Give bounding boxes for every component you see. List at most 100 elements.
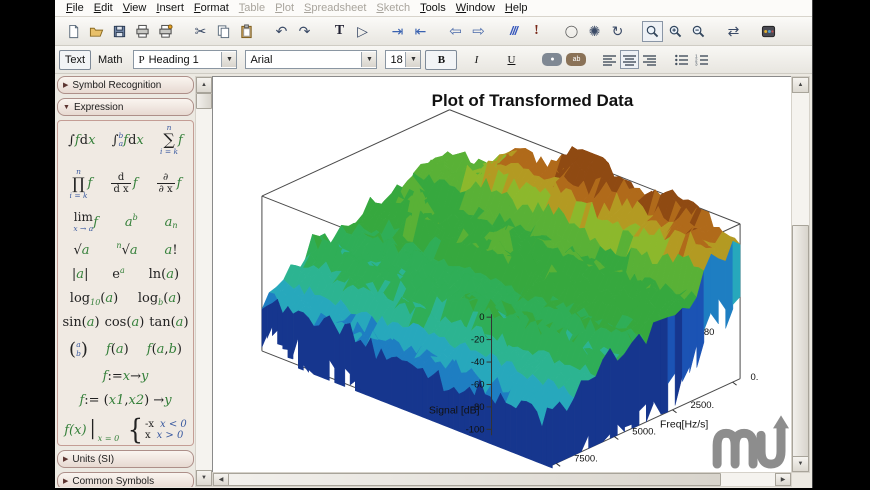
underline-button[interactable]: U (495, 50, 527, 70)
copy-icon[interactable] (213, 21, 234, 42)
new-document-icon[interactable] (63, 21, 84, 42)
sidebar-scrollbar[interactable]: ▲ ▼ (195, 76, 213, 487)
align-left-icon[interactable] (600, 50, 619, 69)
menu-item-help[interactable]: Help (500, 2, 533, 14)
palette-item[interactable]: limx → af (73, 211, 98, 232)
numbered-list-icon[interactable]: 123 (692, 50, 711, 69)
section-label: Symbol Recognition (72, 80, 161, 91)
palette-item[interactable]: dd xf (111, 172, 137, 195)
palette-item[interactable]: n∑i = kf (160, 124, 183, 157)
palette-item[interactable]: f(a) (106, 343, 129, 356)
menu-item-window[interactable]: Window (451, 2, 500, 14)
scroll-down-icon[interactable]: ▼ (792, 456, 809, 472)
back-icon[interactable]: ⇦ (445, 21, 466, 42)
palette-item[interactable]: ∫f dx (68, 134, 95, 147)
print-setup-icon[interactable] (155, 21, 176, 42)
palette-item[interactable]: f := (x1, x2) → y (79, 394, 171, 407)
scrollbar-thumb[interactable] (196, 93, 212, 109)
exclamation-icon[interactable]: ! (526, 21, 547, 42)
combo-dropdown-icon[interactable]: ▼ (221, 52, 236, 67)
sidebar-section-expression[interactable]: ▼Expression (57, 98, 194, 116)
scroll-up-icon[interactable]: ▲ (196, 77, 212, 93)
palette-item[interactable]: ab (125, 216, 138, 229)
scroll-right-icon[interactable]: ▶ (775, 473, 791, 486)
insert-text-icon[interactable]: T (329, 21, 350, 42)
menu-item-format[interactable]: Format (189, 2, 234, 14)
cut-icon[interactable]: ✂ (190, 21, 211, 42)
scroll-down-icon[interactable]: ▼ (196, 470, 212, 486)
palette-item[interactable]: n∏i = kf (70, 168, 93, 201)
palette-item[interactable]: n√a (116, 244, 137, 257)
palette-item[interactable]: f(a, b) (147, 343, 182, 356)
palette-item[interactable]: ea (112, 268, 124, 281)
combo-dropdown-icon[interactable]: ▼ (361, 52, 376, 67)
palette-item[interactable]: ∫baf dx (112, 132, 144, 149)
scroll-up-icon[interactable]: ▲ (792, 77, 809, 93)
indent-decrease-icon[interactable]: ⇤ (410, 21, 431, 42)
menu-item-file[interactable]: File (61, 2, 89, 14)
palette-item[interactable]: {-xx < 0xx > 0 (128, 418, 187, 442)
palette-item[interactable]: √a (73, 244, 89, 257)
palette-item[interactable]: tan(a) (149, 316, 188, 329)
sidebar-section-units-si-[interactable]: ▶Units (SI) (57, 450, 194, 468)
zoom-out-icon[interactable] (688, 21, 709, 42)
palette-item[interactable]: a ! (165, 244, 178, 257)
scrollbar-thumb[interactable] (228, 473, 721, 486)
math-mode-button[interactable]: Math (94, 50, 126, 70)
comment-alt-icon[interactable]: ab (566, 53, 586, 66)
open-icon[interactable] (86, 21, 107, 42)
text-mode-button[interactable]: Text (59, 50, 91, 70)
undo-icon[interactable]: ↶ (271, 21, 292, 42)
menu-item-plot: Plot (270, 2, 299, 14)
comment-icon[interactable]: ● (542, 53, 562, 66)
document-horizontal-scrollbar[interactable]: ◀ ▶ (212, 472, 792, 487)
palette-item[interactable]: log 10(a) (70, 292, 118, 305)
menu-item-view[interactable]: View (118, 2, 152, 14)
print-icon[interactable] (132, 21, 153, 42)
menu-item-tools[interactable]: Tools (415, 2, 451, 14)
indent-increase-icon[interactable]: ⇥ (387, 21, 408, 42)
freq-axis-label: Freq[Hz/s] (660, 419, 708, 430)
sidebar-section-common-symbols[interactable]: ▶Common Symbols (57, 472, 194, 487)
settings-icon[interactable]: ✺ (584, 21, 605, 42)
document-vertical-scrollbar[interactable]: ▲ ▼ (791, 76, 810, 473)
palette-item[interactable]: an (165, 216, 178, 229)
align-center-icon[interactable] (620, 50, 639, 69)
zoom-in-icon[interactable] (665, 21, 686, 42)
palette-item[interactable]: f(x)│x = 0 (64, 422, 119, 439)
palette-item[interactable]: (ab) (69, 341, 88, 359)
italic-button[interactable]: I (460, 50, 492, 70)
palette-item[interactable]: sin(a) (62, 316, 99, 329)
bullet-list-icon[interactable] (672, 50, 691, 69)
save-icon[interactable] (109, 21, 130, 42)
stop-icon[interactable]: ◯ (561, 21, 582, 42)
palette-item[interactable]: |a| (72, 268, 89, 281)
palette-item[interactable]: log b(a) (138, 292, 181, 305)
menu-item-sketch: Sketch (371, 2, 415, 14)
combo-dropdown-icon[interactable]: ▼ (405, 52, 420, 67)
slashes-icon[interactable]: /// (503, 21, 524, 42)
scroll-left-icon[interactable]: ◀ (213, 473, 229, 486)
menu-item-insert[interactable]: Insert (151, 2, 189, 14)
redo-icon[interactable]: ↷ (294, 21, 315, 42)
refresh-icon[interactable]: ↻ (607, 21, 628, 42)
forward-icon[interactable]: ⇨ (468, 21, 489, 42)
document-area[interactable]: 0-20-40-60-80-100Signal [dB]0.2500.5000.… (212, 76, 792, 473)
swap-icon[interactable]: ⇄ (723, 21, 744, 42)
palette-item[interactable]: cos(a) (105, 316, 145, 329)
paste-icon[interactable] (236, 21, 257, 42)
paragraph-style-combo[interactable]: PHeading 1 ▼ (133, 50, 237, 69)
palette-item[interactable]: f := x → y (103, 370, 149, 383)
font-combo[interactable]: Arial ▼ (245, 50, 377, 69)
about-icon[interactable] (758, 21, 779, 42)
insert-math-icon[interactable]: ▷ (352, 21, 373, 42)
sidebar-section-symbol-recognition[interactable]: ▶Symbol Recognition (57, 76, 194, 94)
bold-button[interactable]: B (425, 50, 457, 70)
font-size-combo[interactable]: 18 ▼ (385, 50, 421, 69)
zoom-icon[interactable] (642, 21, 663, 42)
scrollbar-thumb[interactable] (792, 225, 809, 457)
align-right-icon[interactable] (640, 50, 659, 69)
menu-item-edit[interactable]: Edit (89, 2, 118, 14)
palette-item[interactable]: ∂∂ xf (157, 172, 182, 195)
palette-item[interactable]: ln(a) (149, 268, 179, 281)
